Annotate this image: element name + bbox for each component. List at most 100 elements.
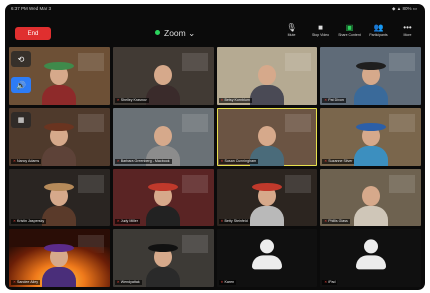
room-background bbox=[285, 53, 312, 71]
participant-tile[interactable]: ✕Wendyattak bbox=[112, 229, 214, 287]
participant-tile[interactable]: ⟲ 🔊 bbox=[9, 47, 110, 105]
room-background bbox=[285, 174, 312, 193]
participant-video bbox=[353, 120, 388, 166]
status-time-date: 6:37 PM Wed Mar 3 bbox=[11, 6, 51, 11]
participant-name: Barbara Greenberg - Macbook bbox=[120, 158, 170, 163]
participant-name-tag: ✕Susan Cunningham bbox=[218, 158, 259, 164]
participant-name: Shelley Krasnov bbox=[120, 97, 147, 102]
status-battery: ◆ ▲ 80% ▭ bbox=[392, 6, 417, 11]
room-background bbox=[285, 113, 312, 132]
muted-microphone-icon: ✕ bbox=[220, 158, 224, 163]
muted-microphone-icon: ✕ bbox=[13, 219, 17, 224]
muted-microphone-icon: ✕ bbox=[220, 97, 224, 102]
participant-video bbox=[42, 180, 77, 227]
encryption-shield-icon bbox=[155, 30, 160, 35]
participant-tile[interactable]: ✕Judy Miller bbox=[112, 168, 214, 227]
participant-name: Kristin Jaspersky bbox=[17, 219, 45, 224]
muted-microphone-icon: ✕ bbox=[116, 280, 120, 284]
toolbar-button-label: Mute bbox=[287, 33, 296, 37]
participant-tile[interactable]: ✕Betty Steinfeld bbox=[216, 168, 318, 227]
participant-name: Pat Dixon bbox=[328, 97, 344, 102]
muted-microphone-icon: ✕ bbox=[116, 158, 120, 163]
room-background bbox=[389, 174, 415, 193]
toolbar-share-screen-button[interactable]: ▣ Share Content bbox=[338, 22, 361, 38]
room-background bbox=[77, 174, 104, 193]
participant-name: iPad bbox=[328, 280, 336, 284]
participant-video bbox=[146, 180, 181, 227]
participant-name-tag: ✕iPad bbox=[322, 280, 338, 285]
avatar-placeholder-icon bbox=[251, 239, 282, 270]
participant-tile[interactable]: ✕Phillis Glass bbox=[320, 168, 421, 227]
participant-tile[interactable]: ✕Betsy Kornblum bbox=[216, 47, 318, 105]
end-meeting-button[interactable]: End bbox=[15, 27, 51, 40]
participant-name: Judy Miller bbox=[120, 219, 138, 224]
participant-video bbox=[249, 180, 284, 227]
participant-tile[interactable]: ▦ ✕Nancy Adams bbox=[9, 107, 110, 166]
participant-name-tag: ✕Nancy Adams bbox=[11, 158, 42, 164]
muted-microphone-icon: ✕ bbox=[116, 97, 120, 102]
participant-name-tag: ✕Pat Dixon bbox=[322, 97, 346, 103]
toolbar-video-camera-button[interactable]: ■ Stop Video bbox=[309, 22, 332, 38]
participant-tile[interactable]: ✕Susan Cunningham bbox=[216, 107, 318, 166]
participant-name-tag: ✕Karen bbox=[218, 280, 237, 285]
participant-name: Sandee Ailey bbox=[17, 280, 38, 284]
room-background bbox=[181, 235, 208, 254]
participant-video bbox=[353, 59, 388, 105]
participant-tile[interactable]: ✕Pat Dixon bbox=[320, 47, 421, 105]
zoom-screen: 6:37 PM Wed Mar 3 ◆ ▲ 80% ▭ End Zoom ⌄ 🎙… bbox=[5, 4, 425, 290]
participant-video bbox=[249, 59, 284, 105]
participant-tile[interactable]: ✕Sandee Ailey bbox=[9, 229, 110, 287]
participant-video bbox=[42, 120, 77, 166]
participant-name: Betty Steinfeld bbox=[224, 219, 248, 224]
more-icon: ••• bbox=[403, 23, 412, 32]
speaker-icon[interactable]: 🔊 bbox=[11, 77, 31, 93]
status-bar: 6:37 PM Wed Mar 3 ◆ ▲ 80% ▭ bbox=[5, 4, 425, 14]
room-background bbox=[181, 113, 208, 132]
meeting-title[interactable]: Zoom ⌄ bbox=[155, 28, 195, 39]
video-camera-icon: ■ bbox=[318, 23, 323, 32]
participant-video bbox=[42, 241, 77, 287]
participant-name-tag: ✕Phillis Glass bbox=[322, 219, 350, 225]
participant-name-tag: ✕Barbara Greenberg - Macbook bbox=[114, 158, 172, 164]
room-background bbox=[181, 174, 208, 193]
participant-tile[interactable]: ✕Karen bbox=[216, 229, 318, 287]
room-background bbox=[181, 53, 208, 71]
toolbar-more-button[interactable]: ••• More bbox=[396, 22, 419, 38]
gallery-view: ⟲ 🔊 ✕Shelley Krasnov ✕Betsy Kornblum ✕Pat Di… bbox=[9, 47, 421, 287]
toolbar-microphone-button[interactable]: 🎙 Mute bbox=[280, 22, 303, 38]
room-background bbox=[389, 53, 415, 71]
participant-name: Susan Cunningham bbox=[224, 158, 257, 163]
participant-video bbox=[42, 59, 77, 105]
toolbar-button-label: More bbox=[403, 33, 412, 37]
participant-tile[interactable]: ✕iPad bbox=[320, 229, 421, 287]
participant-tile[interactable]: ✕Suzanne Silver bbox=[320, 107, 421, 166]
participant-name-tag: ✕Judy Miller bbox=[114, 219, 140, 225]
participant-video bbox=[146, 59, 181, 105]
participant-name-tag: ✕Sandee Ailey bbox=[11, 280, 40, 285]
muted-microphone-icon: ✕ bbox=[324, 219, 328, 224]
toolbar-button-label: Participants bbox=[369, 33, 388, 37]
participant-name-tag: ✕Wendyattak bbox=[114, 280, 142, 285]
participant-tile[interactable]: ✕Barbara Greenberg - Macbook bbox=[112, 107, 214, 166]
participant-name-tag: ✕Kristin Jaspersky bbox=[11, 219, 47, 225]
toolbar-button-label: Stop Video bbox=[311, 33, 330, 37]
participant-name-tag: ✕Betsy Kornblum bbox=[218, 97, 252, 103]
toolbar-participants-button[interactable]: 👥 Participants bbox=[367, 22, 390, 38]
participant-name-tag: ✕Suzanne Silver bbox=[322, 158, 355, 164]
participant-name-tag: ✕Betty Steinfeld bbox=[218, 219, 250, 225]
participant-name: Karen bbox=[224, 280, 235, 284]
switch-camera-icon[interactable]: ⟲ bbox=[11, 51, 31, 67]
participant-tile[interactable]: ✕Kristin Jaspersky bbox=[9, 168, 110, 227]
muted-microphone-icon: ✕ bbox=[324, 280, 328, 284]
participant-name: Nancy Adams bbox=[17, 158, 40, 163]
participants-icon: 👥 bbox=[373, 23, 384, 32]
toolbar-button-label: Share Content bbox=[338, 33, 361, 37]
share-screen-icon: ▣ bbox=[345, 23, 354, 32]
participant-tile[interactable]: ✕Shelley Krasnov bbox=[112, 47, 214, 105]
room-background bbox=[389, 113, 415, 132]
picture-in-picture-icon[interactable]: ▦ bbox=[11, 111, 31, 128]
muted-microphone-icon: ✕ bbox=[116, 219, 120, 224]
room-background bbox=[77, 53, 104, 71]
participant-name: Phillis Glass bbox=[328, 219, 348, 224]
muted-microphone-icon: ✕ bbox=[324, 158, 328, 163]
